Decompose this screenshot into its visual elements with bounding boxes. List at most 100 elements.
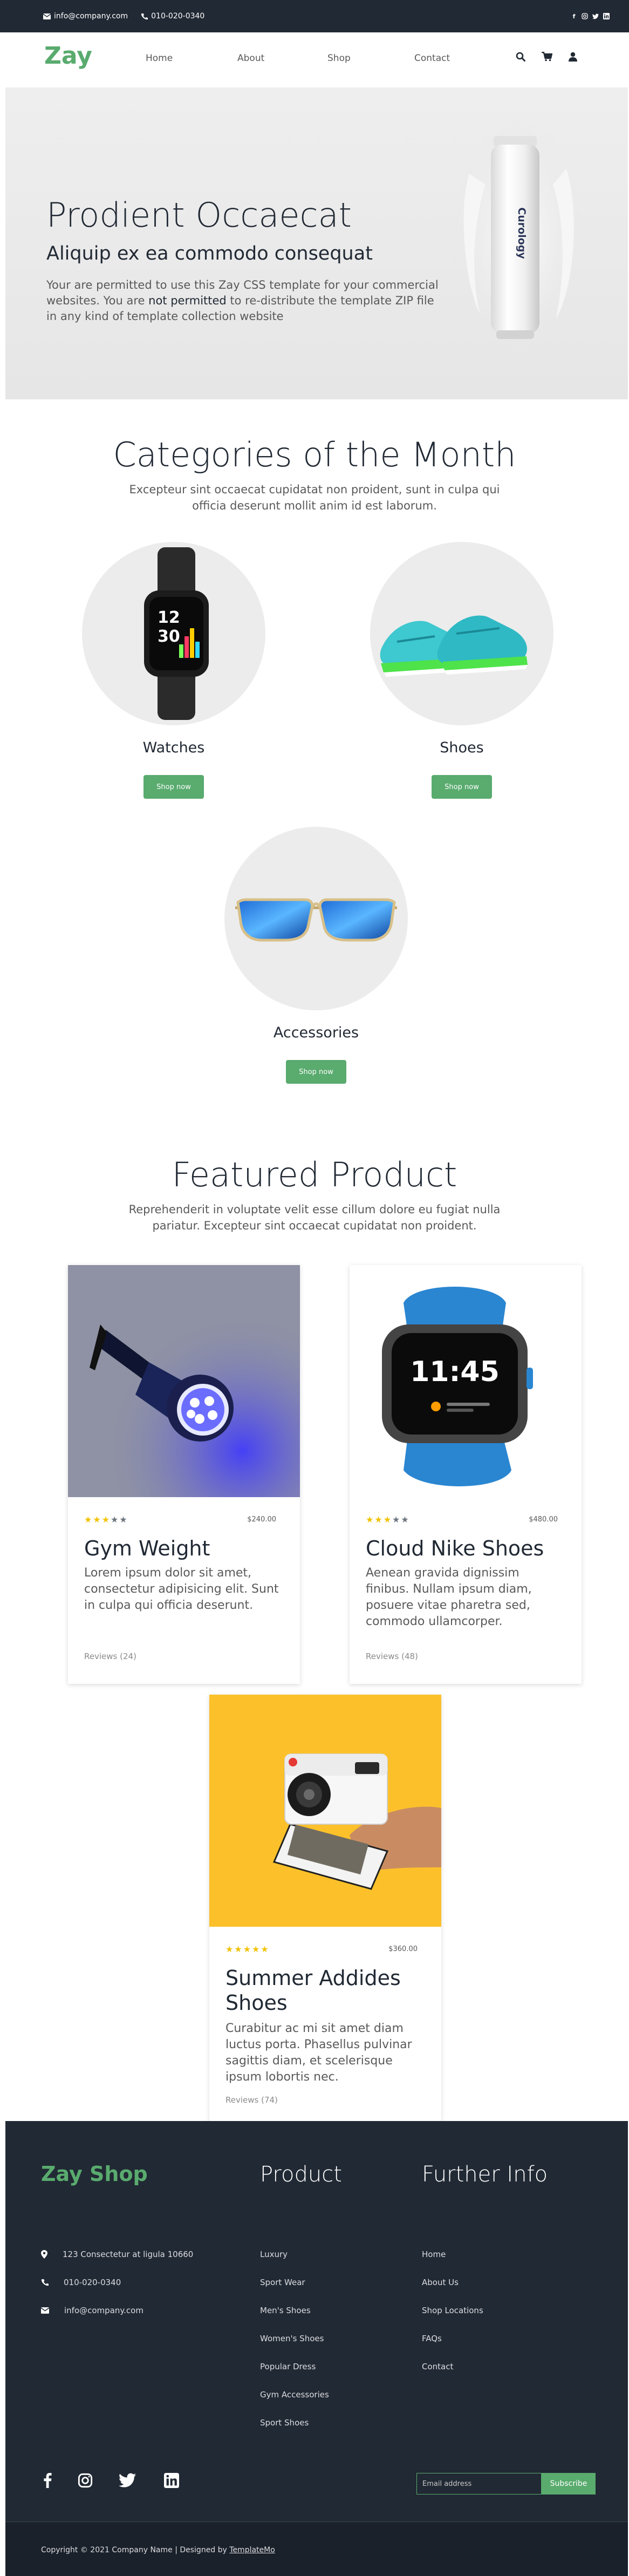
footer-address: 123 Consectetur at ligula 10660: [41, 2249, 193, 2259]
footer-phone[interactable]: 010-020-0340: [41, 2278, 121, 2287]
instagram-icon[interactable]: [582, 13, 588, 19]
footer-facebook-icon[interactable]: [43, 2473, 52, 2492]
product-title[interactable]: Gym Weight: [84, 1536, 284, 1561]
linkedin-icon[interactable]: [603, 13, 610, 19]
newsletter-email-input[interactable]: Email address: [416, 2473, 542, 2495]
topbar-email-link[interactable]: info@company.com: [43, 12, 128, 21]
footer-link-womens-shoes[interactable]: Women's Shoes: [260, 2334, 324, 2343]
star-icon: ★: [84, 1514, 92, 1525]
footer-link-sport-shoes[interactable]: Sport Shoes: [260, 2418, 309, 2428]
product-card-gym-weight[interactable]: ★ ★ ★ ★ ★ $240.00 Gym Weight Lorem ipsum dol…: [68, 1265, 300, 1684]
product-reviews: Reviews (74): [225, 2095, 278, 2105]
footer-link-contact[interactable]: Contact: [422, 2362, 453, 2371]
site-logo[interactable]: Zay: [44, 42, 92, 70]
star-icon: ★: [252, 1944, 260, 1954]
hero-text: Your are permitted to use this Zay CSS t…: [46, 278, 439, 323]
category-image-watches[interactable]: 12 30: [82, 542, 265, 725]
shop-now-accessories-button[interactable]: Shop now: [286, 1060, 346, 1084]
topbar-phone-link[interactable]: 010-020-0340: [141, 12, 204, 21]
star-icon: ★: [225, 1944, 234, 1954]
shop-now-shoes-button[interactable]: Shop now: [432, 775, 492, 799]
main-header: Zay Home About Shop Contact: [0, 32, 629, 86]
star-icon: ★: [383, 1514, 392, 1525]
footer-link-popular-dress[interactable]: Popular Dress: [260, 2362, 316, 2371]
mail-icon: [41, 2307, 49, 2314]
category-name-watches: Watches: [142, 739, 205, 756]
star-icon: ★: [234, 1944, 242, 1954]
product-rating-cloud-nike-shoes: ★ ★ ★ ★ ★: [366, 1514, 409, 1525]
topbar-email: info@company.com: [54, 12, 128, 21]
nav-shop[interactable]: Shop: [327, 53, 351, 64]
svg-text:30: 30: [158, 627, 180, 646]
footer-linkedin-icon[interactable]: [164, 2473, 179, 2492]
product-reviews: Reviews (48): [366, 1651, 418, 1661]
search-icon[interactable]: [516, 52, 525, 64]
star-icon: ★: [261, 1944, 269, 1954]
categories-title: Categories of the Month: [113, 435, 516, 474]
facebook-icon[interactable]: f: [571, 13, 577, 20]
footer-brand: Zay Shop: [41, 2162, 148, 2186]
category-image-accessories[interactable]: [224, 827, 408, 1010]
footer-link-luxury[interactable]: Luxury: [260, 2249, 288, 2259]
twitter-icon[interactable]: [592, 13, 599, 19]
star-icon: ★: [243, 1944, 251, 1954]
copyright-text: Copyright © 2021 Company Name | Designed…: [41, 2546, 275, 2554]
product-title[interactable]: Cloud Nike Shoes: [366, 1536, 571, 1561]
shop-now-watches-button[interactable]: Shop now: [143, 775, 204, 799]
product-description: Lorem ipsum dolor sit amet, consectetur …: [84, 1566, 279, 1612]
category-image-shoes[interactable]: [370, 542, 553, 725]
product-rating-summer-addides-shoes: ★ ★ ★ ★ ★: [225, 1944, 269, 1954]
product-description: Curabitur ac mi sit amet diam luctus por…: [225, 2022, 412, 2084]
svg-text:12: 12: [158, 608, 180, 627]
user-icon[interactable]: [569, 52, 577, 64]
product-description: Aenean gravida dignissim finibus. Nullam…: [366, 1566, 532, 1628]
hero-product-image: Curology: [450, 114, 585, 363]
star-icon: ★: [101, 1514, 110, 1525]
nav-home[interactable]: Home: [146, 53, 173, 64]
phone-icon: [141, 13, 148, 19]
product-card-cloud-nike-shoes[interactable]: 11:45 ★ ★ ★ ★ ★ $480.00 Cloud Nike Shoes Aen…: [350, 1265, 582, 1684]
cart-icon[interactable]: [542, 51, 553, 64]
product-price: $360.00: [388, 1945, 418, 1953]
hero-product-label: Curology: [516, 207, 528, 259]
product-title[interactable]: Summer Addides Shoes: [225, 1966, 425, 2015]
site-footer: Zay Shop Product Further Info 123 Consec…: [5, 2121, 628, 2576]
footer-link-shop-locations[interactable]: Shop Locations: [422, 2306, 483, 2315]
product-card-summer-addides-shoes[interactable]: ★ ★ ★ ★ ★ $360.00 Summer Addides Shoes Curab…: [209, 1695, 441, 2121]
featured-subtitle: Reprehenderit in voluptate velit esse ci…: [128, 1203, 501, 1232]
hero-title: Prodient Occaecat: [46, 195, 352, 235]
subscribe-button[interactable]: Subscribe: [542, 2473, 596, 2495]
footer-link-faqs[interactable]: FAQs: [422, 2334, 442, 2343]
footer-link-sport-wear[interactable]: Sport Wear: [260, 2278, 305, 2287]
designer-link[interactable]: TemplateMo: [229, 2546, 275, 2554]
nav-contact[interactable]: Contact: [414, 53, 450, 64]
location-icon: [41, 2250, 47, 2259]
footer-link-about[interactable]: About Us: [422, 2278, 459, 2287]
footer-info-title: Further Info: [422, 2162, 548, 2187]
topbar-phone: 010-020-0340: [151, 12, 205, 21]
mail-icon: [43, 13, 51, 19]
watch-time: 11:45: [410, 1356, 500, 1388]
footer-bottom-bar: Copyright © 2021 Company Name | Designed…: [5, 2522, 628, 2576]
nav-about[interactable]: About: [237, 53, 264, 64]
star-icon: ★: [111, 1514, 119, 1525]
product-image-instant-camera[interactable]: [209, 1695, 441, 1927]
top-info-bar: info@company.com 010-020-0340 f: [0, 0, 629, 32]
product-price: $240.00: [247, 1515, 276, 1524]
footer-link-gym-accessories[interactable]: Gym Accessories: [260, 2390, 329, 2400]
categories-subtitle: Excepteur sint occaecat cupidatat non pr…: [129, 483, 500, 512]
hero-text-bold: not permitted: [148, 294, 227, 307]
footer-link-home[interactable]: Home: [422, 2249, 446, 2259]
product-price: $480.00: [529, 1515, 558, 1524]
phone-icon: [41, 2279, 49, 2286]
footer-instagram-icon[interactable]: [78, 2473, 93, 2492]
category-name-accessories: Accessories: [273, 1024, 359, 1041]
footer-link-mens-shoes[interactable]: Men's Shoes: [260, 2306, 311, 2315]
footer-email[interactable]: info@company.com: [41, 2306, 143, 2315]
product-rating-gym-weight: ★ ★ ★ ★ ★: [84, 1514, 127, 1525]
product-image-smartwatch[interactable]: 11:45: [350, 1265, 582, 1497]
star-icon: ★: [366, 1514, 374, 1525]
footer-twitter-icon[interactable]: [119, 2473, 136, 2492]
product-image-flashlight[interactable]: [68, 1265, 300, 1497]
product-reviews: Reviews (24): [84, 1651, 136, 1661]
